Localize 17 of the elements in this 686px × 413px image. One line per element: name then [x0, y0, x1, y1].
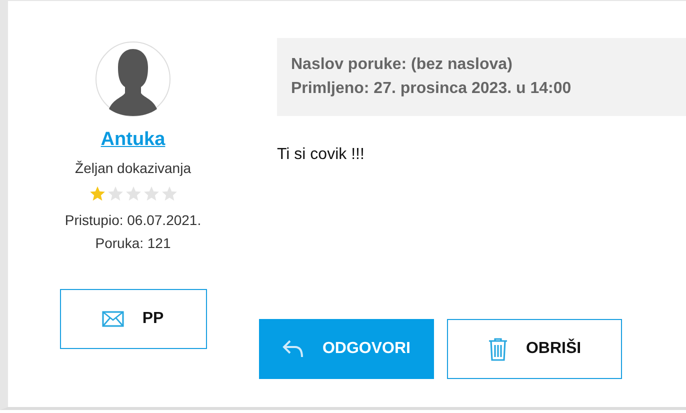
private-message-button[interactable]: PP	[60, 289, 206, 349]
mail-icon	[102, 311, 124, 327]
star-icon	[142, 185, 160, 202]
reply-icon	[282, 339, 304, 359]
received-date: Primljeno: 27. prosinca 2023. u 14:00	[291, 79, 572, 99]
user-rank: Željan dokazivanja	[75, 160, 191, 176]
message-subject: Naslov poruke: (bez naslova)	[291, 55, 514, 75]
message-body: Ti si covik !!!	[277, 146, 366, 164]
star-icon	[124, 185, 142, 202]
avatar-icon	[95, 41, 171, 117]
star-icon	[106, 185, 124, 202]
star-icon	[88, 185, 106, 202]
post-count: Poruka: 121	[95, 235, 171, 251]
star-icon	[160, 185, 178, 202]
join-date: Pristupio: 06.07.2021.	[64, 212, 202, 228]
trash-icon	[488, 337, 508, 361]
delete-button[interactable]: OBRIŠI	[447, 319, 622, 379]
